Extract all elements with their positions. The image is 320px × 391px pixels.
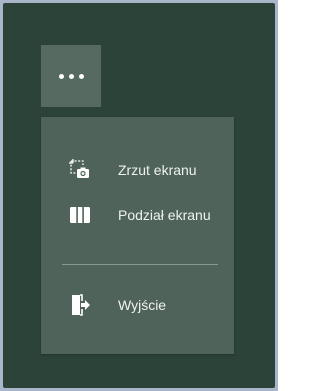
more-horizontal-icon-dot bbox=[68, 73, 74, 79]
screenshot-icon bbox=[69, 159, 89, 178]
menu-item-screenshot-label: Zrzut ekranu bbox=[118, 162, 197, 178]
window-frame: Zrzut ekranu Podział ekranu Wyjście bbox=[0, 0, 278, 391]
app-screen: Zrzut ekranu Podział ekranu Wyjście bbox=[3, 3, 275, 388]
more-horizontal-icon bbox=[58, 73, 64, 79]
menu-item-exit-label: Wyjście bbox=[118, 297, 167, 313]
menu-divider bbox=[62, 264, 218, 265]
options-menu: Zrzut ekranu Podział ekranu Wyjście bbox=[41, 117, 234, 354]
menu-item-split-screen-label: Podział ekranu bbox=[118, 207, 211, 223]
more-options-button[interactable] bbox=[41, 45, 101, 107]
menu-item-exit[interactable]: Wyjście bbox=[41, 285, 234, 325]
menu-item-screenshot[interactable]: Zrzut ekranu bbox=[41, 150, 234, 190]
menu-item-split-screen[interactable]: Podział ekranu bbox=[41, 195, 234, 235]
exit-icon bbox=[72, 294, 90, 316]
split-screen-icon bbox=[70, 207, 90, 223]
more-horizontal-icon-dot bbox=[78, 73, 84, 79]
